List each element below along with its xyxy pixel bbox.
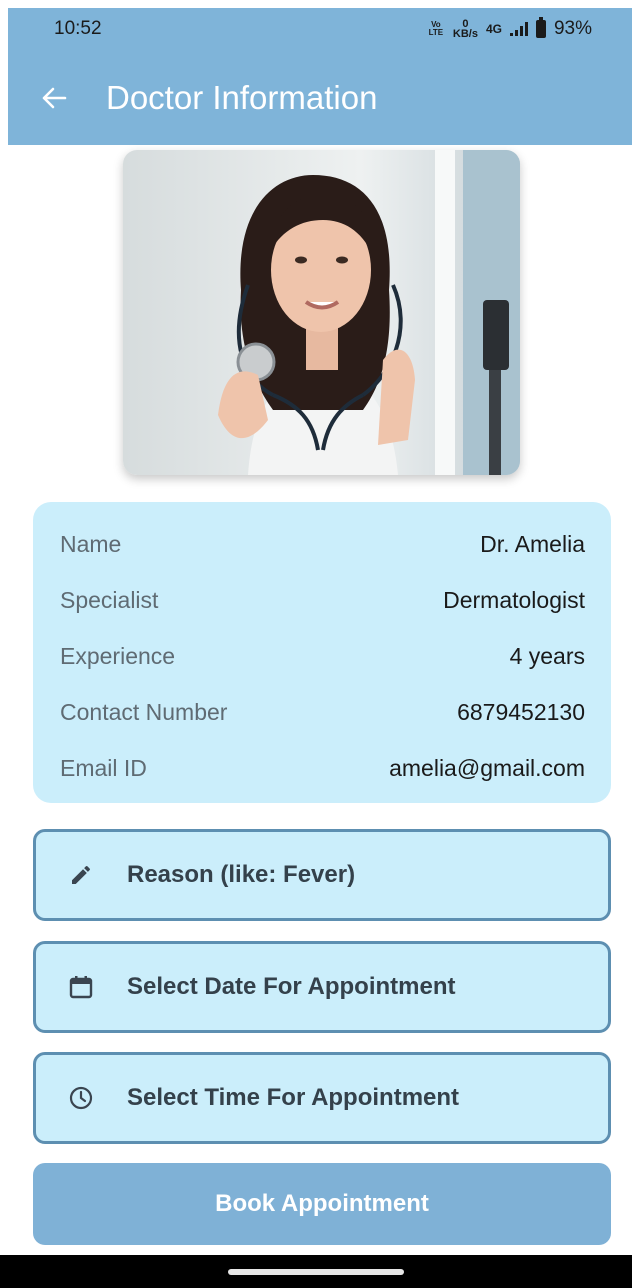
pencil-icon: [66, 860, 96, 890]
info-row-specialist: Specialist Dermatologist: [60, 572, 585, 628]
book-appointment-button[interactable]: Book Appointment: [33, 1163, 611, 1245]
contact-label: Contact Number: [60, 698, 228, 725]
doctor-info-card: Name Dr. Amelia Specialist Dermatologist…: [33, 502, 611, 803]
info-row-contact: Contact Number 6879452130: [60, 684, 585, 740]
home-indicator[interactable]: [228, 1268, 404, 1275]
signal-icon: [509, 22, 528, 36]
arrow-left-icon[interactable]: [38, 82, 70, 114]
volte-indicator: Vo LTE: [428, 20, 444, 37]
page-title: Doctor Information: [106, 78, 378, 116]
contact-value: 6879452130: [457, 698, 585, 725]
name-value: Dr. Amelia: [480, 530, 585, 557]
calendar-icon: [66, 972, 96, 1002]
network-speed-unit: KB/s: [452, 28, 478, 40]
status-time: 10:52: [54, 18, 102, 39]
network-type: 4G: [485, 22, 502, 36]
status-indicators: Vo LTE 0 KB/s 4G 93%: [427, 17, 592, 40]
name-label: Name: [60, 530, 122, 557]
email-value: amelia@gmail.com: [389, 754, 585, 781]
experience-value: 4 years: [509, 642, 585, 669]
system-nav-bar: [0, 1255, 632, 1288]
reason-input[interactable]: Reason (like: Fever): [33, 829, 611, 921]
date-label: Select Date For Appointment: [127, 973, 456, 1000]
date-picker-field[interactable]: Select Date For Appointment: [33, 941, 611, 1033]
time-picker-field[interactable]: Select Time For Appointment: [33, 1052, 611, 1144]
info-row-name: Name Dr. Amelia: [60, 516, 585, 572]
info-row-experience: Experience 4 years: [60, 628, 585, 684]
battery-icon: [535, 17, 546, 38]
clock-icon: [66, 1083, 96, 1113]
specialist-value: Dermatologist: [443, 586, 585, 613]
time-label: Select Time For Appointment: [127, 1084, 460, 1111]
specialist-label: Specialist: [60, 586, 159, 613]
reason-label: Reason (like: Fever): [127, 861, 356, 888]
status-bar: 10:52 Vo LTE 0 KB/s 4G 93%: [8, 8, 632, 50]
email-label: Email ID: [60, 754, 147, 781]
info-row-email: Email ID amelia@gmail.com: [60, 740, 585, 796]
app-bar: Doctor Information: [8, 50, 632, 145]
doctor-photo: [123, 150, 520, 475]
network-speed: 0 KB/s: [452, 19, 478, 40]
experience-label: Experience: [60, 642, 176, 669]
battery-level: 93%: [553, 18, 592, 39]
